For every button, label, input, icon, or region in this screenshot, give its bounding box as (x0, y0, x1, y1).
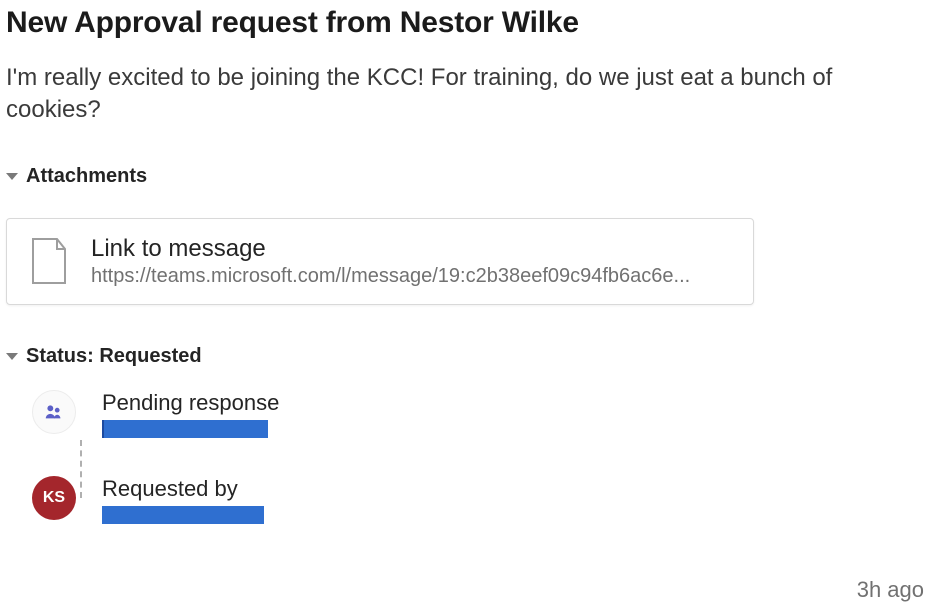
redacted-name (102, 506, 264, 524)
timeline-connector (80, 440, 82, 498)
page-title: New Approval request from Nestor Wilke (6, 6, 924, 40)
request-body: I'm really excited to be joining the KCC… (6, 62, 896, 127)
timestamp: 3h ago (857, 577, 924, 603)
status-header[interactable]: Status: Requested (6, 345, 924, 368)
timeline-item-pending: Pending response (32, 390, 924, 438)
attachment-url: https://teams.microsoft.com/l/message/19… (91, 265, 690, 288)
redacted-name (102, 420, 268, 438)
attachment-card[interactable]: Link to message https://teams.microsoft.… (6, 218, 754, 305)
requested-by-label: Requested by (102, 476, 264, 502)
status-label: Status: Requested (26, 345, 202, 368)
attachment-title: Link to message (91, 235, 690, 263)
file-icon (29, 237, 69, 285)
user-avatar: KS (32, 476, 76, 520)
attachments-header[interactable]: Attachments (6, 165, 924, 188)
group-avatar (32, 390, 76, 434)
chevron-down-icon (6, 353, 18, 360)
pending-label: Pending response (102, 390, 279, 416)
chevron-down-icon (6, 173, 18, 180)
timeline-item-requested-by: KS Requested by (32, 476, 924, 524)
status-timeline: Pending response KS Requested by (6, 390, 924, 524)
attachments-label: Attachments (26, 165, 147, 188)
